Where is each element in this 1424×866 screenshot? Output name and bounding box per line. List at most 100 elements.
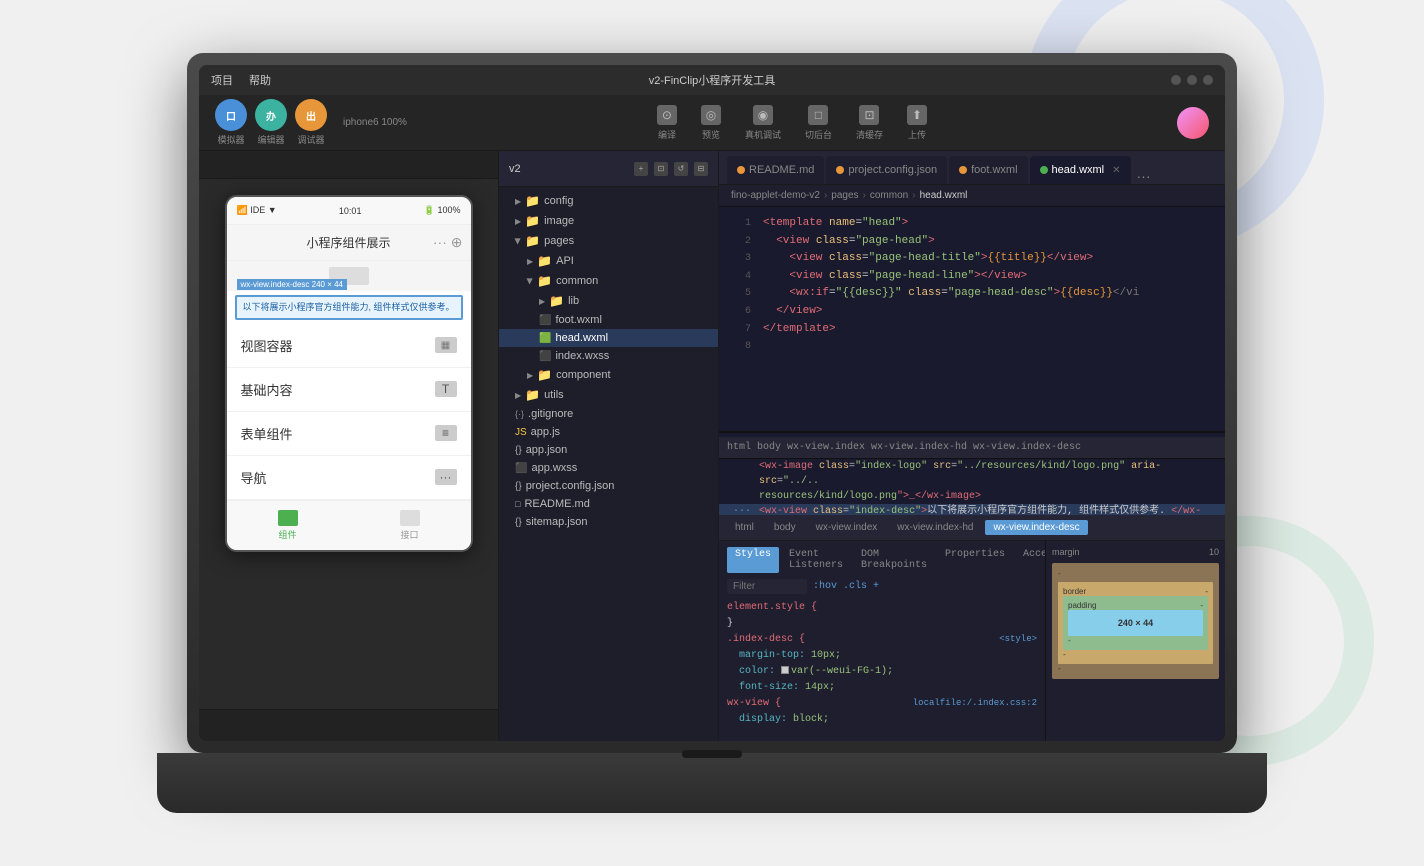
devtools-text-2: resources/kind/logo.png">_</wx-image> <box>759 489 981 504</box>
styles-tab-properties[interactable]: Properties <box>937 547 1013 573</box>
elem-tab-wx-view-index-hd[interactable]: wx-view.index-hd <box>889 520 981 535</box>
real-device-icon: ◉ <box>753 105 773 125</box>
phone-title: 小程序组件展示 <box>306 234 390 251</box>
tab-head-wxml[interactable]: head.wxml ✕ <box>1030 156 1131 184</box>
styles-cls-btn[interactable]: .cls <box>843 581 867 592</box>
toolbar-left: 口 模拟器 办 编辑器 出 调试器 iphone6 100% <box>215 99 407 146</box>
triangle-lib: ▶ <box>539 297 545 306</box>
menu-help[interactable]: 帮助 <box>249 72 271 88</box>
file-tree-collapse-btn[interactable]: ⊟ <box>694 162 708 176</box>
close-btn[interactable] <box>1203 75 1213 85</box>
styles-filter-input[interactable] <box>727 579 807 594</box>
phone-tab-component[interactable]: 组件 <box>227 501 349 550</box>
background-icon: □ <box>808 105 828 125</box>
clear-cache-action[interactable]: ⊡ 清缓存 <box>856 105 883 141</box>
file-tree-body: ▶ 📁 config ▶ 📁 image ▶ <box>499 187 718 741</box>
phone-menu-item-1[interactable]: 基础内容 T <box>227 368 471 412</box>
upload-action[interactable]: ⬆ 上传 <box>907 105 927 141</box>
phone-content: wx-view.index-desc 240 × 44 以下将展示小程序官方组件… <box>227 261 471 500</box>
editor-btn[interactable]: 办 编辑器 <box>255 99 287 146</box>
css-source-link-2[interactable]: localfile:/.index.css:2 <box>913 696 1037 710</box>
phone-menu-item-0[interactable]: 视图容器 ▦ <box>227 324 471 368</box>
tree-item-project-config[interactable]: {} project.config.json <box>499 477 718 495</box>
tab-foot-wxml[interactable]: foot.wxml <box>949 156 1027 184</box>
file-icon-app-json: {} <box>515 445 522 456</box>
styles-tab-accessibility[interactable]: Accessibility <box>1015 547 1045 573</box>
tree-item-common[interactable]: ▶ 📁 common <box>499 271 718 291</box>
tab-project-config[interactable]: project.config.json <box>826 156 947 184</box>
tree-item-foot-wxml[interactable]: ⬛ foot.wxml <box>499 311 718 329</box>
tree-item-app-json[interactable]: {} app.json <box>499 441 718 459</box>
more-tabs-btn[interactable]: ··· <box>1137 168 1151 184</box>
debug-btn[interactable]: 出 调试器 <box>295 99 327 146</box>
box-margin-bottom-row: - <box>1058 664 1213 673</box>
phone-highlight-text: 以下将展示小程序官方组件能力, 组件样式仅供参考。 <box>243 301 455 314</box>
box-margin-bottom-val: - <box>1058 664 1061 673</box>
tree-item-image[interactable]: ▶ 📁 image <box>499 211 718 231</box>
tree-item-head-wxml[interactable]: 🟩 head.wxml <box>499 329 718 347</box>
device-container: 📶 IDE ▼ 10:01 🔋 100% 小程序组件展示 ··· ⊕ <box>199 179 498 709</box>
phone-tab-component-icon <box>278 510 298 526</box>
tree-item-app-js[interactable]: JS app.js <box>499 423 718 441</box>
tree-item-readme[interactable]: □ README.md <box>499 495 718 513</box>
tree-item-gitignore[interactable]: {·} .gitignore <box>499 405 718 423</box>
css-source-link-1[interactable]: <style> <box>999 632 1037 646</box>
tab-readme[interactable]: README.md <box>727 156 824 184</box>
tree-item-component[interactable]: ▶ 📁 component <box>499 365 718 385</box>
box-border-label: border <box>1063 587 1086 596</box>
tree-item-utils[interactable]: ▶ 📁 utils <box>499 385 718 405</box>
background-action[interactable]: □ 切后台 <box>805 105 832 141</box>
box-padding-label-row: padding - <box>1068 601 1203 610</box>
code-line-6: 6 </view> <box>719 303 1225 321</box>
styles-tab-event-listeners[interactable]: Event Listeners <box>781 547 851 573</box>
simulator-btn[interactable]: 口 模拟器 <box>215 99 247 146</box>
styles-tab-styles[interactable]: Styles <box>727 547 779 573</box>
file-tree-new-folder-btn[interactable]: ⊡ <box>654 162 668 176</box>
elem-tab-wx-view-index-desc[interactable]: wx-view.index-desc <box>985 520 1087 535</box>
tree-item-app-wxss[interactable]: ⬛ app.wxss <box>499 459 718 477</box>
tree-label-image: image <box>544 215 574 227</box>
code-area[interactable]: 1 <template name="head"> 2 <view class="… <box>719 207 1225 431</box>
compile-action[interactable]: ⊙ 编译 <box>657 105 677 141</box>
menu-project[interactable]: 项目 <box>211 72 233 88</box>
styles-tab-dom-breakpoints[interactable]: DOM Breakpoints <box>853 547 935 573</box>
file-tree-root-label: v2 <box>509 163 521 175</box>
phone-more-icon[interactable]: ··· ⊕ <box>433 234 463 251</box>
minimize-btn[interactable] <box>1171 75 1181 85</box>
tab-close-head-wxml[interactable]: ✕ <box>1112 165 1120 176</box>
phone-menu-item-3[interactable]: 导航 ··· <box>227 456 471 500</box>
preview-icon: ◎ <box>701 105 721 125</box>
box-padding-bottom-val: - <box>1068 636 1071 645</box>
file-tree-controls: + ⊡ ↺ ⊟ <box>634 162 708 176</box>
tree-item-index-wxss[interactable]: ⬛ index.wxss <box>499 347 718 365</box>
tree-item-config[interactable]: ▶ 📁 config <box>499 191 718 211</box>
tree-item-pages[interactable]: ▶ 📁 pages <box>499 231 718 251</box>
styles-tabs: Styles Event Listeners DOM Breakpoints P… <box>727 547 1037 573</box>
tab-dot-foot-wxml <box>959 166 967 174</box>
tree-item-api[interactable]: ▶ 📁 API <box>499 251 718 271</box>
toolbar-right <box>1177 107 1209 139</box>
elem-tab-html[interactable]: html <box>727 520 762 535</box>
styles-add-btn[interactable]: + <box>873 581 879 592</box>
file-tree-refresh-btn[interactable]: ↺ <box>674 162 688 176</box>
tree-item-lib[interactable]: ▶ 📁 lib <box>499 291 718 311</box>
triangle-api: ▶ <box>527 257 533 266</box>
devtools-code-area[interactable]: html body wx-view.index wx-view.index-hd… <box>719 433 1225 515</box>
tree-item-sitemap[interactable]: {} sitemap.json <box>499 513 718 531</box>
user-avatar[interactable] <box>1177 107 1209 139</box>
styles-hov-btn[interactable]: :hov <box>813 581 837 592</box>
maximize-btn[interactable] <box>1187 75 1197 85</box>
phone-menu-item-2[interactable]: 表单组件 ≡ <box>227 412 471 456</box>
phone-tab-api[interactable]: 接口 <box>349 501 471 550</box>
box-border-val: - <box>1205 587 1208 596</box>
real-device-action[interactable]: ◉ 真机调试 <box>745 105 781 141</box>
tab-label-readme: README.md <box>749 164 814 176</box>
toolbar-center: ⊙ 编译 ◎ 预览 ◉ 真机调试 □ 切后台 <box>657 105 927 141</box>
file-tree-new-file-btn[interactable]: + <box>634 162 648 176</box>
elem-tab-wx-view-index[interactable]: wx-view.index <box>808 520 886 535</box>
box-model-panel: margin 10 - <box>1045 541 1225 741</box>
preview-action[interactable]: ◎ 预览 <box>701 105 721 141</box>
devtools: html body wx-view.index wx-view.index-hd… <box>719 431 1225 741</box>
elem-tab-body[interactable]: body <box>766 520 804 535</box>
phone-time: 10:01 <box>339 206 362 216</box>
